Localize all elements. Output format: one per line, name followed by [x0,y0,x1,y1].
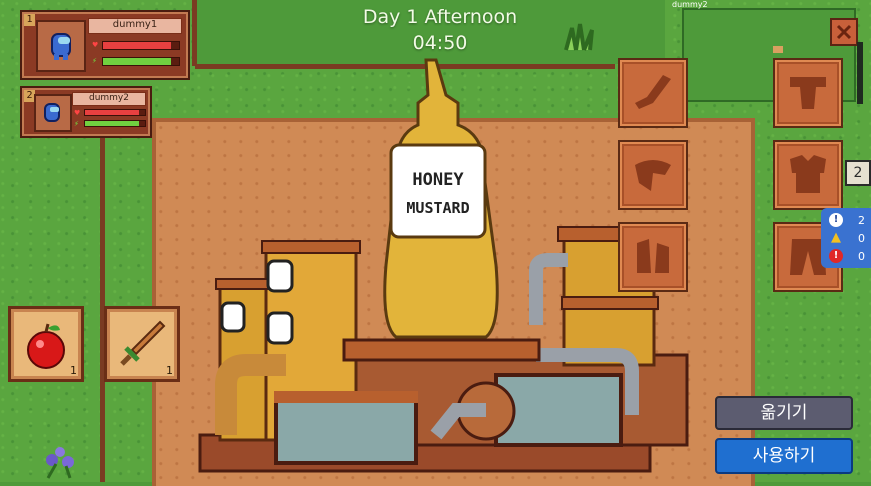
status-error-count: 0 [858,250,865,263]
slot-organ[interactable] [618,140,688,210]
grass-tuft-icon [564,23,594,51]
use-button[interactable]: 사용하기 [715,438,853,474]
day-label: Day 1 Afternoon [362,6,518,28]
inventory-slot-apple[interactable]: 1 [8,306,84,382]
crewmate-icon [44,103,60,122]
stamina-bar [102,57,180,66]
info-icon: ! [829,213,843,227]
health-bar [102,41,180,50]
clock: 04:50 [412,32,468,54]
slot-leg[interactable] [618,58,688,128]
slot-head[interactable] [773,58,843,128]
apple-icon [27,323,65,369]
avatar [34,94,72,132]
equip-count-badge: 2 [845,160,871,186]
side-scrollbar[interactable] [857,42,863,104]
status-warning: ▲ 0 [825,230,869,248]
leg-slot-icon [635,75,671,109]
minimap-marker [773,46,783,53]
bottle-label-line2: MUSTARD [406,199,469,217]
slot-lungs[interactable] [618,222,688,292]
status-panel: ! 2 ▲ 0 ! 0 [821,208,871,268]
health-bar [84,109,146,116]
status-info-count: 2 [858,214,865,227]
close-button[interactable] [830,18,858,46]
warning-icon: ▲ [831,230,841,245]
status-info: ! 2 [825,212,869,230]
player-name: dummy1 [88,18,182,34]
player-index: 1 [24,14,35,26]
error-icon: ! [829,249,843,263]
inventory-slot-sword[interactable]: 1 [104,306,180,382]
player-card-1[interactable]: 1 dummy1 ♥ ⚡ [20,10,190,80]
lightning-icon: ⚡ [92,57,97,65]
lightning-icon: ⚡ [74,120,79,128]
player-name: dummy2 [72,92,146,106]
player-card-2[interactable]: 2 dummy2 ♥ ⚡ [20,86,152,138]
status-warning-count: 0 [858,232,865,245]
avatar [36,20,86,72]
move-button[interactable]: 옮기기 [715,396,853,430]
organ-slot-icon [635,160,671,191]
sword-icon [120,320,166,366]
stamina-bar [84,120,146,127]
left-fence [100,110,105,482]
item-count: 1 [70,364,77,377]
bottle-label-line1: HONEY [412,170,464,190]
heart-icon: ♥ [74,109,81,117]
flower-bush-icon [46,447,74,479]
body-slot-icon [790,155,826,193]
minimap-player-label: dummy2 [672,0,708,9]
head-slot-icon [790,77,826,109]
item-count: 1 [166,364,173,377]
lungs-slot-icon [637,239,669,273]
heart-icon: ♥ [92,41,99,49]
close-icon [836,24,852,40]
slot-body[interactable] [773,140,843,210]
status-error: ! 0 [825,248,869,266]
crewmate-icon [51,33,71,60]
